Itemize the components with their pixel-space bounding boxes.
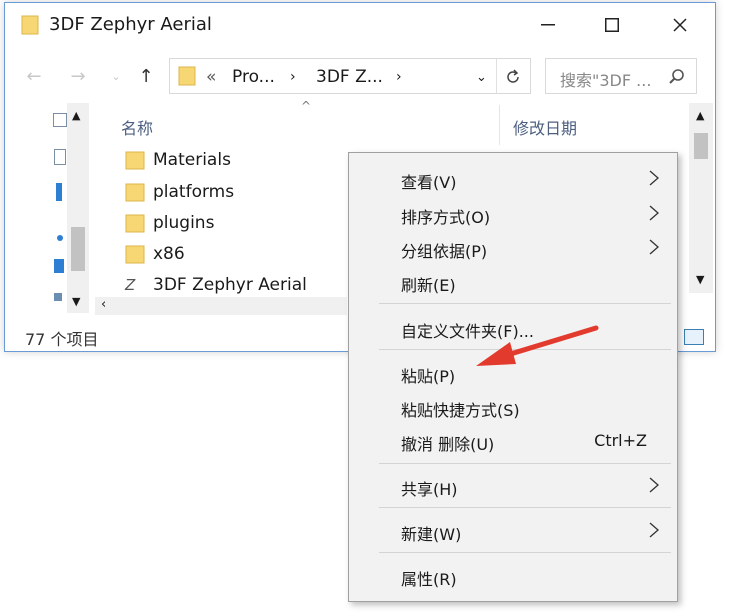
scroll-up-icon[interactable]: ▲ xyxy=(696,109,704,122)
address-divider xyxy=(496,59,497,93)
search-placeholder: 搜索"3DF ... xyxy=(560,71,652,90)
search-box[interactable]: 搜索"3DF ... xyxy=(545,58,697,94)
menu-separator xyxy=(379,552,671,553)
file-name: x86 xyxy=(153,244,185,264)
up-button[interactable]: ↑ xyxy=(133,63,159,89)
overflow-chevrons-icon[interactable]: « xyxy=(206,67,216,87)
back-arrow-icon: ← xyxy=(26,65,42,87)
horizontal-scrollbar[interactable]: ‹ xyxy=(95,297,347,315)
navigation-scrollbar[interactable]: ▲ ▼ xyxy=(67,103,89,313)
column-header-date-modified[interactable]: 修改日期 xyxy=(513,115,577,139)
scroll-left-icon[interactable]: ‹ xyxy=(101,297,106,312)
chevron-right-icon xyxy=(649,205,659,221)
cloud-icon xyxy=(57,235,63,241)
chevron-right-icon xyxy=(649,170,659,186)
folder-icon xyxy=(125,245,145,263)
menu-item-new[interactable]: 新建(W) xyxy=(349,517,677,544)
menu-item-undo-delete[interactable]: 撤消 删除(U) Ctrl+Z xyxy=(349,427,677,454)
document-icon xyxy=(54,149,66,165)
close-icon xyxy=(673,18,687,32)
folder-icon xyxy=(125,214,145,232)
quick-access-icon xyxy=(53,113,67,127)
chevron-right-icon xyxy=(649,522,659,538)
window-title: 3DF Zephyr Aerial xyxy=(49,14,212,35)
item-count: 77 个项目 xyxy=(25,330,99,349)
refresh-icon[interactable] xyxy=(504,68,522,86)
menu-item-label: 撤消 删除(U) xyxy=(401,435,495,454)
folder-icon xyxy=(125,151,145,169)
title-bar[interactable]: 3DF Zephyr Aerial xyxy=(5,3,715,47)
annotation-arrow-icon xyxy=(476,325,599,366)
menu-item-label: 粘贴快捷方式(S) xyxy=(401,401,520,420)
scroll-down-icon[interactable]: ▼ xyxy=(72,295,80,308)
maximize-button[interactable] xyxy=(589,7,635,43)
address-bar[interactable]: « Pro... › 3DF Z... › ⌄ xyxy=(169,58,531,94)
menu-item-view[interactable]: 查看(V) xyxy=(349,165,677,192)
column-divider[interactable] xyxy=(499,105,500,145)
context-menu: 查看(V) 排序方式(O) 分组依据(P) 刷新(E) 自定义文件夹(F)...… xyxy=(348,152,678,602)
menu-item-label: 刷新(E) xyxy=(401,276,456,295)
menu-separator xyxy=(379,507,671,508)
folder-icon xyxy=(178,66,196,86)
menu-item-group-by[interactable]: 分组依据(P) xyxy=(349,234,677,261)
file-list-scrollbar[interactable]: ▲ ▼ xyxy=(689,103,713,293)
menu-item-label: 分组依据(P) xyxy=(401,242,488,261)
scroll-down-icon[interactable]: ▼ xyxy=(696,273,704,286)
menu-item-label: 属性(R) xyxy=(401,570,457,589)
forward-arrow-icon: → xyxy=(70,65,86,87)
chevron-right-icon xyxy=(649,239,659,255)
minimize-icon xyxy=(541,24,555,26)
menu-item-properties[interactable]: 属性(R) xyxy=(349,562,677,589)
list-item[interactable]: Materials xyxy=(125,146,231,174)
menu-separator xyxy=(379,463,671,464)
chevron-right-icon xyxy=(649,477,659,493)
sort-ascending-icon: ^ xyxy=(301,99,312,113)
address-dropdown-icon[interactable]: ⌄ xyxy=(476,70,487,85)
menu-item-label: 排序方式(O) xyxy=(401,208,491,227)
list-item[interactable]: x86 xyxy=(125,240,185,268)
breadcrumb-item[interactable]: 3DF Z... xyxy=(316,67,383,87)
close-button[interactable] xyxy=(657,7,703,43)
list-item[interactable]: Z 3DF Zephyr Aerial xyxy=(125,271,307,299)
menu-item-label: 粘贴(P) xyxy=(401,367,456,386)
file-name: plugins xyxy=(153,213,215,233)
up-arrow-icon: ↑ xyxy=(138,65,154,87)
scrollbar-thumb[interactable] xyxy=(71,227,85,271)
breadcrumb-item[interactable]: Pro... xyxy=(232,67,275,87)
menu-item-label: 新建(W) xyxy=(401,525,462,544)
details-view-icon[interactable] xyxy=(684,329,704,345)
scrollbar-thumb[interactable] xyxy=(694,133,708,159)
column-header-name[interactable]: 名称 xyxy=(121,115,153,139)
menu-item-paste-shortcut[interactable]: 粘贴快捷方式(S) xyxy=(349,393,677,420)
list-item[interactable]: plugins xyxy=(125,209,214,237)
menu-item-sort-by[interactable]: 排序方式(O) xyxy=(349,200,677,227)
file-name: platforms xyxy=(153,182,235,202)
breadcrumb-separator-icon[interactable]: › xyxy=(290,69,296,85)
menu-item-label: 查看(V) xyxy=(401,173,457,192)
list-item[interactable]: platforms xyxy=(125,178,234,206)
scroll-up-icon[interactable]: ▲ xyxy=(72,109,80,122)
folder-icon xyxy=(125,183,145,201)
menu-item-refresh[interactable]: 刷新(E) xyxy=(349,268,677,295)
network-icon xyxy=(54,293,62,301)
file-name: Materials xyxy=(153,150,231,170)
folder-icon xyxy=(21,15,39,35)
menu-item-share[interactable]: 共享(H) xyxy=(349,472,677,499)
recent-locations-button[interactable]: ⌄ xyxy=(103,63,129,89)
breadcrumb-separator-icon[interactable]: › xyxy=(396,69,402,85)
chevron-down-icon: ⌄ xyxy=(111,69,121,83)
back-button[interactable]: ← xyxy=(21,63,47,89)
search-icon xyxy=(669,69,684,84)
file-name: 3DF Zephyr Aerial xyxy=(153,275,307,295)
minimize-button[interactable] xyxy=(525,7,571,43)
app-icon: Z xyxy=(125,275,136,294)
menu-item-label: 共享(H) xyxy=(401,480,458,499)
menu-separator xyxy=(379,303,671,304)
maximize-icon xyxy=(605,18,619,32)
forward-button[interactable]: → xyxy=(65,63,91,89)
this-pc-icon xyxy=(54,259,64,273)
download-icon xyxy=(56,183,62,201)
menu-item-shortcut: Ctrl+Z xyxy=(594,431,647,450)
